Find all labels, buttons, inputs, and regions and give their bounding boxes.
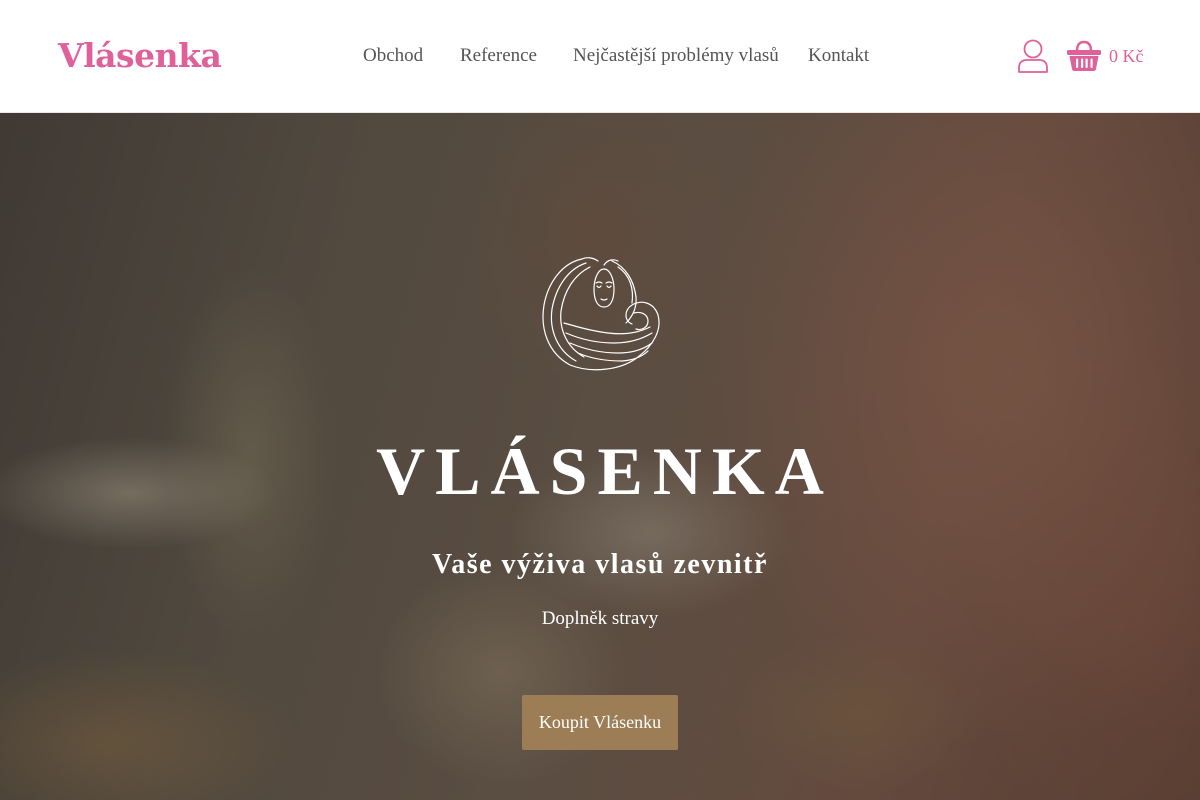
- hero-subtitle: Vaše výživa vlasů zevnitř: [432, 549, 768, 580]
- shopping-basket-icon: [1067, 40, 1101, 71]
- nav-item-hair-problems[interactable]: Nejčastější problémy vlasů: [573, 41, 779, 71]
- cart-total: 0 Kč: [1109, 46, 1144, 66]
- user-icon: [1018, 39, 1048, 73]
- hero-category-label: Doplněk stravy: [541, 608, 659, 629]
- account-button[interactable]: [1016, 38, 1050, 74]
- cart-button[interactable]: 0 Kč: [1066, 40, 1146, 74]
- site-header: Vlásenka Obchod Reference Nejčastější pr…: [0, 0, 1200, 113]
- hero-title: VLÁSENKA: [376, 433, 834, 509]
- nav-item-obchod[interactable]: Obchod: [363, 41, 423, 71]
- woman-flowing-hair-icon: [542, 257, 660, 371]
- buy-vlasenka-button[interactable]: Koupit Vlásenku: [522, 695, 678, 750]
- hero-banner: VLÁSENKA Vaše výživa vlasů zevnitř Dopln…: [0, 113, 1200, 800]
- nav-item-reference[interactable]: Reference: [460, 41, 537, 71]
- nav-item-kontakt[interactable]: Kontakt: [808, 41, 869, 71]
